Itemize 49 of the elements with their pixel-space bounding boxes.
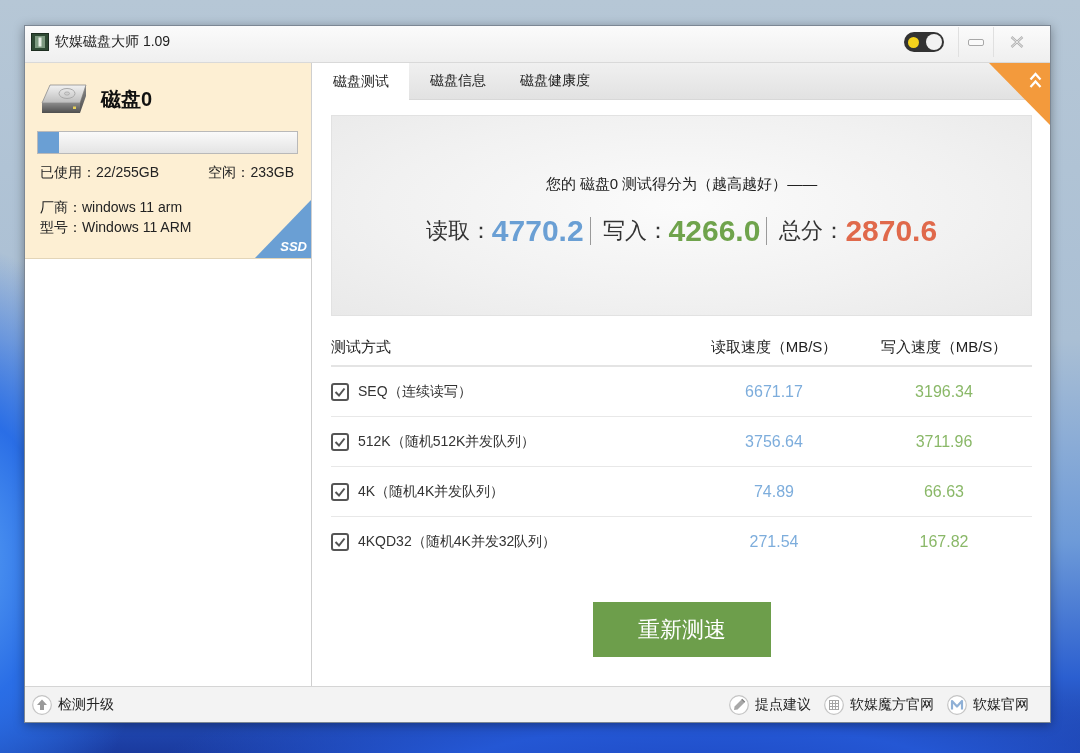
write-speed-value: 167.82 (919, 533, 969, 551)
read-speed-value: 271.54 (749, 533, 799, 551)
score-caption: 您的 磁盘0 测试得分为（越高越好）—— (545, 174, 818, 194)
hard-drive-icon (40, 84, 88, 114)
read-speed-value: 74.89 (753, 482, 794, 501)
score-label: 读取： (425, 217, 492, 245)
score-value: 4770.2 (491, 214, 584, 248)
score-label: 总分： (779, 217, 846, 245)
column-header: 读取速度（MB/S） (710, 338, 838, 357)
m-logo-icon (947, 694, 967, 715)
window-title: 软媒磁盘大师 1.09 (55, 33, 171, 51)
tab[interactable]: 磁盘测试 (312, 63, 409, 100)
score-label: 写入： (602, 217, 669, 245)
minimize-icon (968, 38, 984, 46)
checkbox[interactable] (331, 382, 349, 401)
write-speed-value: 66.63 (923, 482, 964, 501)
app-icon (31, 33, 49, 51)
column-header: 写入速度（MB/S） (880, 338, 1008, 357)
free-space-text: 空闲：233GB (208, 163, 294, 182)
close-icon (1009, 36, 1024, 48)
read-speed-value: 3756.64 (745, 432, 803, 451)
score-value: 2870.6 (845, 214, 938, 248)
suggestion-link[interactable]: 提点建议 (729, 694, 811, 715)
test-name: 4K（随机4K并发队列） (358, 482, 505, 501)
checkbox[interactable] (331, 482, 349, 501)
grid-icon (824, 694, 844, 715)
test-name: 512K（随机512K并发队列） (358, 432, 536, 451)
score-value: 4266.0 (668, 214, 761, 248)
write-speed-value: 3711.96 (915, 432, 973, 451)
theme-toggle[interactable] (904, 32, 944, 52)
column-header: 测试方式 (331, 338, 392, 357)
pencil-icon (729, 694, 749, 715)
model-text: 型号：Windows 11 ARM (40, 218, 192, 237)
vendor-text: 厂商：windows 11 arm (40, 198, 183, 217)
test-name: 4KQD32（随机4K并发32队列） (358, 533, 557, 551)
homepage-link[interactable]: 软媒官网 (947, 694, 1029, 715)
checkbox[interactable] (331, 533, 349, 551)
tab[interactable]: 磁盘健康度 (506, 63, 603, 99)
checkbox[interactable] (331, 432, 349, 451)
read-speed-value: 6671.17 (745, 382, 803, 401)
test-name: SEQ（连续读写） (358, 382, 472, 401)
check-update-link[interactable]: 检测升级 (32, 694, 114, 715)
used-space-text: 已使用：22/255GB (40, 163, 160, 182)
disk-name: 磁盘0 (101, 86, 153, 112)
tab[interactable]: 磁盘信息 (409, 63, 506, 99)
ssd-badge: SSD (255, 200, 311, 258)
double-chevron-up-icon (1029, 72, 1042, 89)
write-speed-value: 3196.34 (915, 382, 973, 401)
portal-link[interactable]: 软媒魔方官网 (824, 694, 934, 715)
